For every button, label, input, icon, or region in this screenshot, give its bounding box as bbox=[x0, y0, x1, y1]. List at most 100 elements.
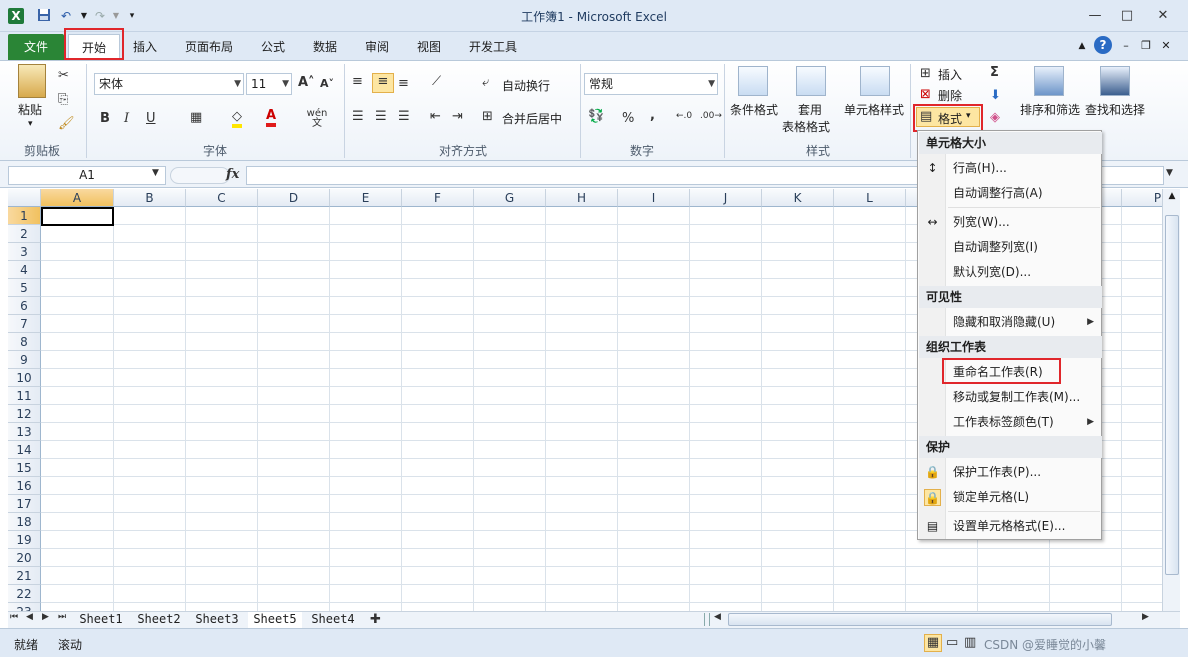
paste-icon[interactable] bbox=[18, 64, 46, 98]
column-header[interactable]: A bbox=[41, 189, 114, 207]
horizontal-scroll-thumb[interactable] bbox=[728, 613, 1112, 626]
increase-decimal-icon[interactable]: ←.0 bbox=[676, 111, 692, 121]
tab-review[interactable]: 审阅 bbox=[356, 34, 398, 60]
insert-cells-icon[interactable]: ⊞ bbox=[920, 66, 931, 81]
row-header[interactable]: 12 bbox=[8, 405, 41, 423]
menu-item-default-width[interactable]: 默认列宽(D)... bbox=[919, 260, 1102, 285]
row-header[interactable]: 5 bbox=[8, 279, 41, 297]
next-sheet-icon[interactable]: ▶ bbox=[42, 612, 49, 622]
wrap-text-button[interactable]: 自动换行 bbox=[502, 77, 550, 94]
find-select-icon[interactable] bbox=[1100, 66, 1130, 96]
borders-icon[interactable]: ▦ bbox=[190, 110, 202, 125]
decrease-decimal-icon[interactable]: .00→ bbox=[700, 111, 722, 121]
menu-item-move-copy[interactable]: 移动或复制工作表(M)... bbox=[919, 385, 1102, 410]
grow-font-icon[interactable]: A˄ bbox=[298, 75, 315, 90]
vertical-scrollbar[interactable]: ▲ bbox=[1162, 189, 1180, 611]
currency-icon[interactable]: 💱 bbox=[588, 109, 604, 124]
name-box[interactable]: A1 bbox=[8, 166, 166, 185]
name-box-dropdown-icon[interactable]: ▼ bbox=[152, 168, 159, 178]
sheet-tab-sheet1[interactable]: Sheet1 bbox=[74, 612, 128, 628]
help-icon[interactable]: ? bbox=[1094, 36, 1112, 54]
select-all-corner[interactable] bbox=[8, 189, 41, 207]
row-header[interactable]: 15 bbox=[8, 459, 41, 477]
normal-view-icon[interactable]: ▦ bbox=[924, 634, 942, 652]
column-header[interactable]: G bbox=[474, 189, 546, 207]
row-header[interactable]: 13 bbox=[8, 423, 41, 441]
table-format-icon[interactable] bbox=[796, 66, 826, 96]
increase-indent-icon[interactable]: ⇥ bbox=[452, 109, 463, 124]
column-header[interactable]: P bbox=[1122, 189, 1162, 207]
delete-cells-icon[interactable]: ⊠ bbox=[920, 87, 931, 102]
menu-item-hide-unhide[interactable]: 隐藏和取消隐藏(U) ▶ bbox=[919, 310, 1102, 335]
menu-item-tab-color[interactable]: 工作表标签颜色(T) ▶ bbox=[919, 410, 1102, 435]
format-painter-icon[interactable]: 🖌 bbox=[58, 116, 75, 131]
menu-item-autofit-row[interactable]: 自动调整行高(A) bbox=[919, 181, 1102, 206]
menu-item-row-height[interactable]: ↕ 行高(H)... bbox=[919, 156, 1102, 181]
orientation-icon[interactable]: ⟋ bbox=[432, 74, 441, 89]
percent-button[interactable]: % bbox=[622, 111, 634, 126]
align-bottom-icon[interactable]: ≡ bbox=[398, 76, 409, 91]
merge-center-button[interactable]: 合并后居中 bbox=[502, 110, 562, 127]
align-right-icon[interactable]: ☰ bbox=[398, 109, 410, 124]
row-header[interactable]: 17 bbox=[8, 495, 41, 513]
row-header[interactable]: 3 bbox=[8, 243, 41, 261]
delete-cells-button[interactable]: 删除 bbox=[938, 87, 962, 104]
wrap-text-icon[interactable]: ⤶ bbox=[482, 75, 489, 90]
row-header[interactable]: 11 bbox=[8, 387, 41, 405]
row-header[interactable]: 4 bbox=[8, 261, 41, 279]
vertical-scroll-thumb[interactable] bbox=[1165, 215, 1179, 575]
find-select-button[interactable]: 查找和选择 bbox=[1085, 101, 1145, 118]
menu-item-protect-sheet[interactable]: 🔒 保护工作表(P)... bbox=[919, 460, 1102, 485]
menu-item-autofit-col[interactable]: 自动调整列宽(I) bbox=[919, 235, 1102, 260]
last-sheet-icon[interactable]: ⏭ bbox=[58, 612, 66, 622]
scroll-left-icon[interactable]: ◀ bbox=[714, 612, 721, 622]
column-header[interactable]: H bbox=[546, 189, 618, 207]
comma-button[interactable]: , bbox=[650, 108, 655, 123]
tab-file[interactable]: 文件 bbox=[8, 34, 64, 60]
sort-filter-button[interactable]: 排序和筛选 bbox=[1020, 101, 1080, 118]
doc-minimize-icon[interactable]: – bbox=[1118, 38, 1134, 54]
row-header[interactable]: 10 bbox=[8, 369, 41, 387]
copy-icon[interactable]: ⎘ bbox=[58, 92, 68, 107]
menu-item-lock-cell[interactable]: 🔒 锁定单元格(L) bbox=[919, 485, 1102, 510]
align-top-icon[interactable]: ≡ bbox=[352, 74, 363, 89]
clear-icon[interactable]: ◈ bbox=[990, 110, 1000, 125]
column-header[interactable]: I bbox=[618, 189, 690, 207]
font-name-combo[interactable]: 宋体 ▼ bbox=[94, 73, 244, 95]
insert-sheet-icon[interactable]: ✚ bbox=[370, 612, 381, 627]
tab-view[interactable]: 视图 bbox=[408, 34, 450, 60]
tab-home[interactable]: 开始 bbox=[68, 34, 120, 60]
page-layout-view-icon[interactable]: ▭ bbox=[946, 635, 958, 650]
row-header[interactable]: 9 bbox=[8, 351, 41, 369]
table-format-line1[interactable]: 套用 bbox=[798, 101, 822, 118]
row-header[interactable]: 18 bbox=[8, 513, 41, 531]
paste-label[interactable]: 粘贴 bbox=[18, 101, 42, 118]
tab-insert[interactable]: 插入 bbox=[124, 34, 166, 60]
row-header[interactable]: 2 bbox=[8, 225, 41, 243]
collapse-ribbon-icon[interactable]: ▲ bbox=[1074, 38, 1090, 54]
expand-formula-bar-icon[interactable]: ▼ bbox=[1166, 168, 1173, 178]
tab-page-layout[interactable]: 页面布局 bbox=[176, 34, 242, 60]
page-break-view-icon[interactable]: ▥ bbox=[964, 635, 976, 650]
italic-button[interactable]: I bbox=[124, 111, 129, 126]
fill-color-icon[interactable]: ◇ bbox=[232, 109, 242, 128]
font-color-icon[interactable]: A bbox=[266, 108, 277, 127]
cell-styles-icon[interactable] bbox=[860, 66, 890, 96]
sort-filter-icon[interactable] bbox=[1034, 66, 1064, 96]
format-cells-button[interactable]: 格式 bbox=[938, 110, 962, 127]
row-header[interactable]: 6 bbox=[8, 297, 41, 315]
column-header[interactable]: F bbox=[402, 189, 474, 207]
close-icon[interactable]: ✕ bbox=[1150, 6, 1176, 26]
insert-cells-button[interactable]: 插入 bbox=[938, 66, 962, 83]
table-format-line2[interactable]: 表格格式 bbox=[782, 118, 830, 135]
column-header[interactable]: E bbox=[330, 189, 402, 207]
scroll-up-icon[interactable]: ▲ bbox=[1166, 191, 1178, 205]
row-header[interactable]: 16 bbox=[8, 477, 41, 495]
row-header[interactable]: 20 bbox=[8, 549, 41, 567]
column-header[interactable]: K bbox=[762, 189, 834, 207]
cut-icon[interactable]: ✂ bbox=[58, 68, 69, 83]
paste-dropdown-icon[interactable]: ▾ bbox=[28, 119, 33, 129]
doc-restore-icon[interactable]: ❐ bbox=[1138, 38, 1154, 54]
bold-button[interactable]: B bbox=[100, 111, 110, 126]
sheet-tab-sheet2[interactable]: Sheet2 bbox=[132, 612, 186, 628]
